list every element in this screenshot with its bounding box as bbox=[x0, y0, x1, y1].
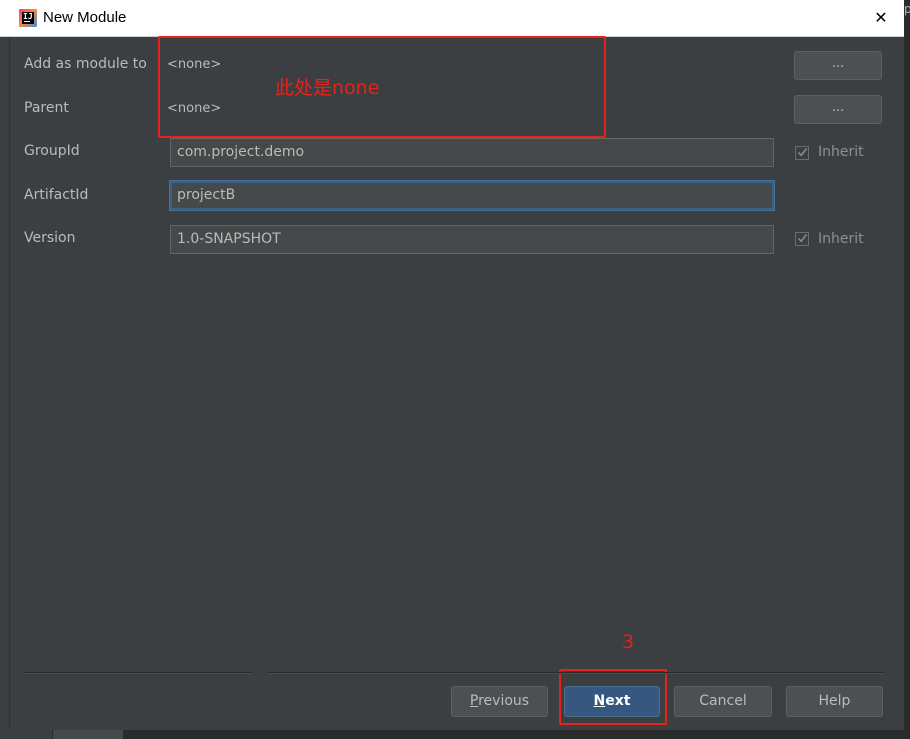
dialog-left-border bbox=[0, 37, 10, 739]
checkmark-icon bbox=[797, 148, 808, 157]
parent-browse-button[interactable]: ... bbox=[794, 95, 882, 124]
annotation-note: 此处是none bbox=[275, 77, 380, 99]
parent-label: Parent bbox=[24, 100, 69, 116]
version-field[interactable]: 1.0-SNAPSHOT bbox=[170, 225, 774, 254]
groupid-inherit-label: Inherit bbox=[818, 144, 864, 160]
add-as-module-label: Add as module to bbox=[24, 56, 147, 72]
title-bar: IJ New Module ✕ bbox=[0, 0, 910, 37]
annotation-box-none bbox=[158, 36, 606, 138]
groupid-field[interactable]: com.project.demo bbox=[170, 138, 774, 167]
artifactid-field[interactable]: projectB bbox=[170, 181, 774, 210]
version-inherit-label: Inherit bbox=[818, 231, 864, 247]
cancel-button[interactable]: Cancel bbox=[674, 686, 772, 717]
previous-button[interactable]: Previous bbox=[451, 686, 548, 717]
checkmark-icon bbox=[797, 234, 808, 243]
version-inherit-checkbox[interactable] bbox=[795, 232, 809, 246]
close-icon[interactable]: ✕ bbox=[872, 8, 890, 28]
version-label: Version bbox=[24, 230, 76, 246]
add-as-module-browse-button[interactable]: ... bbox=[794, 51, 882, 80]
artifactid-label: ArtifactId bbox=[24, 187, 89, 203]
help-button[interactable]: Help bbox=[786, 686, 883, 717]
groupid-inherit-checkbox[interactable] bbox=[795, 146, 809, 160]
annotation-step-number: 3 bbox=[622, 631, 635, 653]
footer-separator bbox=[24, 672, 885, 674]
next-button[interactable]: Next bbox=[564, 686, 660, 717]
background-window-edge: p bbox=[904, 0, 910, 739]
window-title: New Module bbox=[43, 9, 127, 26]
groupid-label: GroupId bbox=[24, 143, 80, 159]
background-window-bottom bbox=[0, 730, 910, 739]
intellij-idea-icon: IJ bbox=[19, 9, 37, 27]
